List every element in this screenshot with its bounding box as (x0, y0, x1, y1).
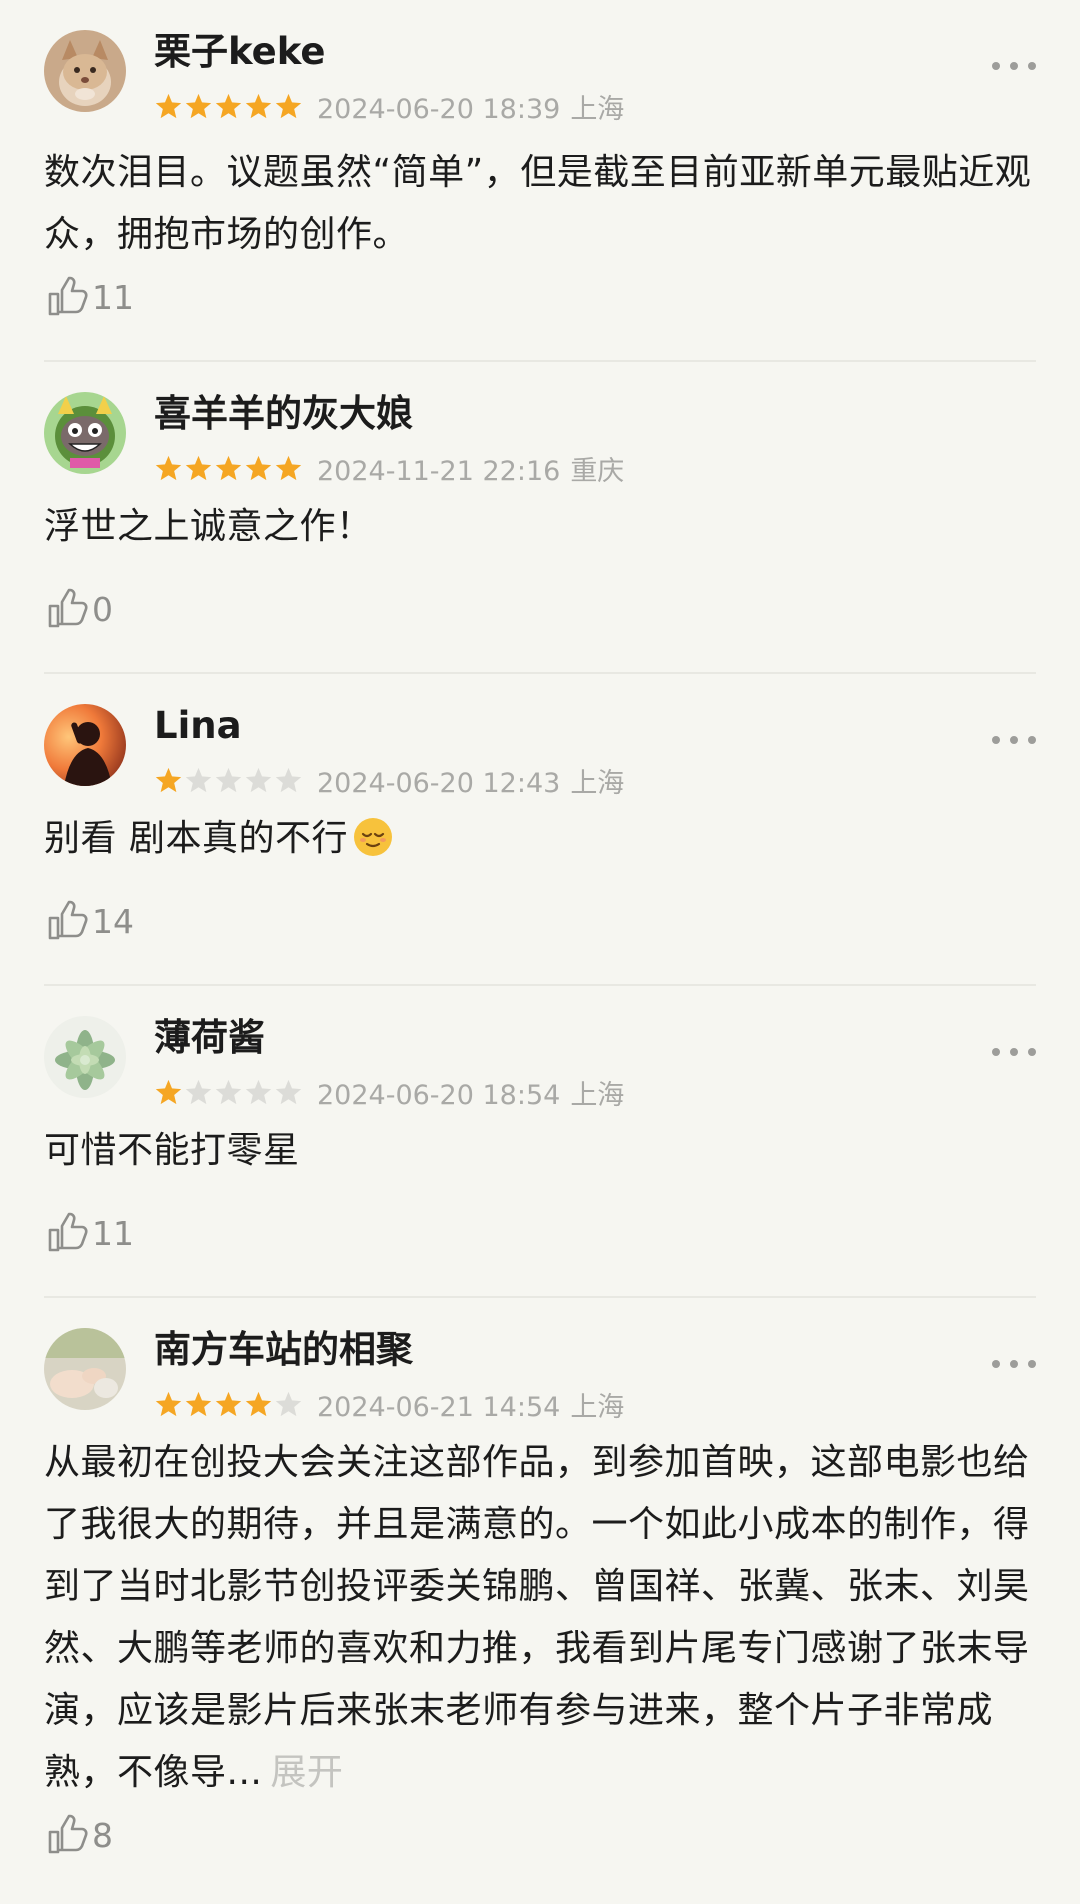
review-text: 从最初在创投大会关注这部作品，到参加首映，这部电影也给了我很大的期待，并且是满意… (44, 1442, 1030, 1793)
silhouette-sunset-avatar-icon (44, 704, 126, 786)
like-button[interactable]: 8 (44, 1810, 113, 1860)
like-count: 11 (92, 1213, 134, 1253)
star-rating (154, 1078, 303, 1107)
review-card: 南方车站的相聚 2024-06-21 14:54 上海 从最初在创投大会关注这部作… (44, 1298, 1036, 1904)
star-empty-icon (245, 1079, 272, 1104)
username[interactable]: Lina (154, 704, 242, 748)
avatar[interactable] (44, 1016, 126, 1098)
like-count: 14 (92, 901, 134, 941)
star-filled-icon (185, 1391, 212, 1416)
review-text: 浮世之上诚意之作！ (44, 506, 373, 547)
star-filled-icon (155, 1079, 182, 1104)
review-meta: 2024-06-20 18:39 上海 (154, 88, 625, 125)
like-count: 0 (92, 589, 113, 629)
review-card: 喜羊羊的灰大娘 2024-11-21 22:16 重庆 浮世之上诚意之作！ 0 (44, 362, 1036, 674)
star-empty-icon (275, 767, 302, 792)
review-datetime: 2024-11-21 22:16 (317, 455, 561, 487)
star-empty-icon (245, 767, 272, 792)
avatar[interactable] (44, 30, 126, 112)
review-location: 重庆 (570, 455, 625, 487)
review-location: 上海 (570, 767, 625, 799)
star-rating (154, 92, 303, 121)
thumbs-up-icon (48, 1814, 88, 1854)
review-meta: 2024-11-21 22:16 重庆 (154, 450, 625, 487)
review-text: 数次泪目。议题虽然“简单”，但是截至目前亚新单元最贴近观众，拥抱市场的创作。 (44, 152, 1032, 255)
star-filled-icon (245, 1391, 272, 1416)
review-text-row: 别看 剧本真的不行 (44, 808, 1036, 870)
like-button[interactable]: 14 (44, 896, 134, 946)
succulent-plant-avatar-icon (44, 1016, 126, 1098)
review-text: 可惜不能打零星 (44, 1130, 300, 1171)
star-filled-icon (275, 455, 302, 480)
review-card: Lina 2024-06-20 12:43 上海 别看 剧本真的不行 14 (44, 674, 1036, 986)
review-datetime: 2024-06-20 12:43 (317, 767, 561, 799)
more-options-icon[interactable] (992, 1042, 1036, 1062)
username[interactable]: 薄荷酱 (154, 1016, 265, 1060)
star-empty-icon (185, 1079, 212, 1104)
star-rating (154, 454, 303, 483)
review-card: 栗子keke 2024-06-20 18:39 上海 数次泪目。议题虽然“简单”，… (44, 0, 1036, 362)
star-filled-icon (155, 93, 182, 118)
star-filled-icon (185, 93, 212, 118)
review-list: 栗子keke 2024-06-20 18:39 上海 数次泪目。议题虽然“简单”，… (0, 0, 1080, 1904)
star-filled-icon (215, 93, 242, 118)
review-datetime: 2024-06-20 18:54 (317, 1079, 561, 1111)
star-filled-icon (155, 455, 182, 480)
review-text: 别看 剧本真的不行 (44, 818, 348, 859)
review-meta: 2024-06-20 12:43 上海 (154, 762, 625, 799)
review-text-row: 从最初在创投大会关注这部作品，到参加首映，这部电影也给了我很大的期待，并且是满意… (44, 1432, 1036, 1804)
star-empty-icon (185, 767, 212, 792)
thumbs-up-icon (48, 900, 88, 940)
star-filled-icon (215, 1391, 242, 1416)
star-filled-icon (155, 1391, 182, 1416)
more-options-icon[interactable] (992, 56, 1036, 76)
cartoon-wolf-avatar-icon (44, 392, 126, 474)
hand-photo-avatar-icon (44, 1328, 126, 1410)
star-filled-icon (155, 767, 182, 792)
star-filled-icon (185, 455, 212, 480)
review-location: 上海 (570, 93, 625, 125)
like-count: 8 (92, 1815, 113, 1855)
star-empty-icon (275, 1079, 302, 1104)
avatar[interactable] (44, 392, 126, 474)
review-meta: 2024-06-21 14:54 上海 (154, 1386, 625, 1423)
username[interactable]: 喜羊羊的灰大娘 (154, 392, 413, 436)
thumbs-up-icon (48, 276, 88, 316)
star-filled-icon (245, 93, 272, 118)
review-location: 上海 (570, 1079, 625, 1111)
review-location: 上海 (570, 1391, 625, 1423)
star-rating (154, 1390, 303, 1419)
review-meta: 2024-06-20 18:54 上海 (154, 1074, 625, 1111)
cat-photo-avatar-icon (44, 30, 126, 112)
star-filled-icon (215, 455, 242, 480)
thumbs-up-icon (48, 588, 88, 628)
avatar[interactable] (44, 704, 126, 786)
like-button[interactable]: 0 (44, 584, 113, 634)
review-datetime: 2024-06-20 18:39 (317, 93, 561, 125)
star-filled-icon (245, 455, 272, 480)
expand-link[interactable]: 展开 (270, 1752, 343, 1793)
username[interactable]: 栗子keke (154, 30, 325, 74)
star-empty-icon (215, 1079, 242, 1104)
more-options-icon[interactable] (992, 730, 1036, 750)
thumbs-up-icon (48, 1212, 88, 1252)
relieved-face-emoji-icon (353, 818, 392, 856)
star-rating (154, 766, 303, 795)
avatar[interactable] (44, 1328, 126, 1410)
username[interactable]: 南方车站的相聚 (154, 1328, 413, 1372)
star-empty-icon (215, 767, 242, 792)
star-filled-icon (275, 93, 302, 118)
review-card: 薄荷酱 2024-06-20 18:54 上海 可惜不能打零星 11 (44, 986, 1036, 1298)
like-count: 11 (92, 277, 134, 317)
more-options-icon[interactable] (992, 1354, 1036, 1374)
like-button[interactable]: 11 (44, 1208, 134, 1258)
star-empty-icon (275, 1391, 302, 1416)
like-button[interactable]: 11 (44, 272, 134, 322)
review-datetime: 2024-06-21 14:54 (317, 1391, 561, 1423)
